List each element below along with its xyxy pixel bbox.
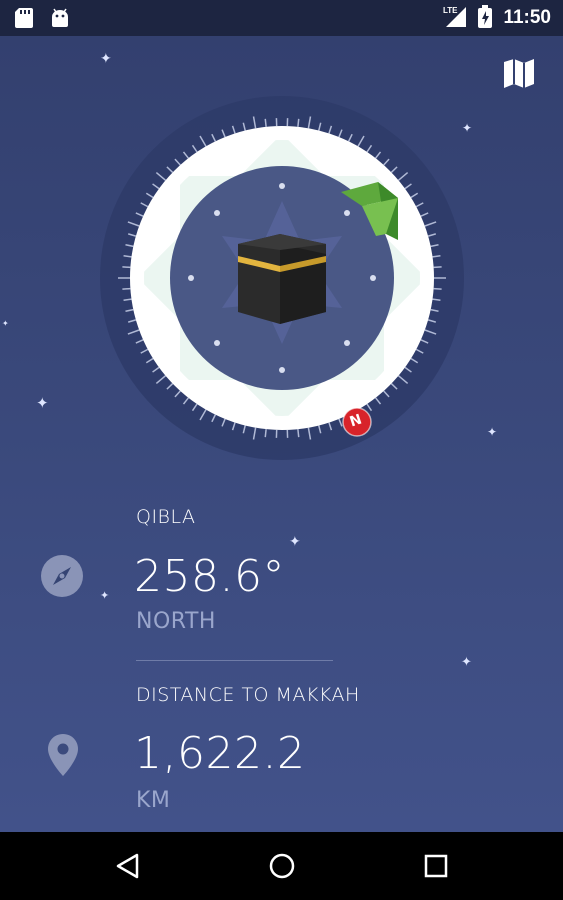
compass-tick (122, 266, 131, 269)
status-bar: LTE 11:50 (0, 0, 563, 36)
star-decoration: ✦ (461, 655, 472, 670)
recents-icon (424, 854, 448, 878)
sd-card-icon (15, 8, 33, 28)
compass-tick (433, 266, 442, 269)
recents-button[interactable] (416, 848, 456, 884)
android-icon (52, 8, 68, 27)
battery-charging-icon (478, 5, 492, 28)
location-pin-icon (48, 734, 78, 776)
back-icon (116, 853, 139, 879)
compass-tick (122, 287, 131, 290)
home-icon (269, 853, 295, 879)
distance-label: DISTANCE TO MAKKAH (136, 684, 360, 706)
qibla-compass (100, 96, 464, 460)
star-decoration: ✦ (100, 589, 110, 602)
compass-tick (264, 429, 267, 438)
star-decoration: ✦ (289, 534, 301, 550)
distance-unit: KM (136, 788, 171, 813)
compass-icon (41, 555, 83, 597)
section-divider (136, 660, 333, 661)
qibla-label: QIBLA (136, 506, 196, 528)
compass-tick (264, 118, 267, 127)
compass-tick (433, 287, 442, 290)
lte-label: LTE (443, 6, 458, 15)
qibla-degree-value: 258.6° (134, 551, 285, 602)
home-button[interactable] (262, 848, 302, 884)
back-button[interactable] (108, 848, 148, 884)
status-time: 11:50 (503, 7, 551, 28)
navigation-bar (0, 832, 563, 900)
distance-value: 1,622.2 (134, 728, 306, 779)
kaaba-icon (238, 234, 326, 324)
qibla-direction: NORTH (136, 609, 216, 634)
compass-tick (297, 429, 300, 438)
compass-tick (297, 118, 300, 127)
app-content: ✦ ✦ ✦ ✦ ✦ ✦ ✦ ✦ ✦ (0, 36, 563, 832)
